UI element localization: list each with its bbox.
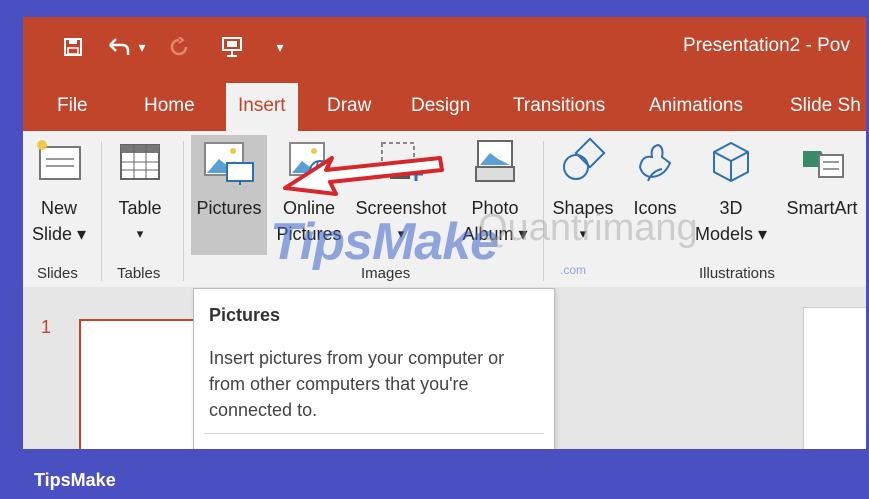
present-from-beginning-icon[interactable]: [219, 35, 245, 59]
3d-models-button[interactable]: 3D Models ▾: [691, 137, 771, 247]
undo-icon[interactable]: [103, 35, 133, 59]
slide-number: 1: [41, 317, 52, 337]
watermark-logo: TipsMake: [270, 213, 499, 271]
group-label-illustrations: Illustrations: [699, 265, 775, 282]
3d-cube-icon: [713, 141, 749, 183]
table-label: Table: [118, 198, 162, 218]
tab-home[interactable]: Home: [144, 95, 195, 117]
group-separator: [101, 141, 102, 281]
pictures-icon: [204, 142, 254, 185]
ribbon-tabs: File Home Insert Draw Design Transitions…: [23, 77, 866, 131]
tooltip-body: Insert pictures from your computer or fr…: [209, 348, 505, 420]
pictures-label: Pictures: [196, 198, 262, 218]
footer-bar: TipsMake: [0, 449, 869, 499]
table-dropdown-icon: ▾: [136, 226, 144, 241]
tab-slide-show[interactable]: Slide Sh: [790, 95, 861, 117]
group-label-slides: Slides: [37, 265, 78, 282]
tab-draw[interactable]: Draw: [327, 95, 371, 117]
group-label-tables: Tables: [117, 265, 161, 282]
icons-icon: [638, 143, 672, 182]
slide-thumbnail-panel: 1: [23, 287, 223, 449]
table-button[interactable]: Table ▾: [109, 137, 171, 247]
tab-insert[interactable]: Insert: [226, 83, 298, 131]
window-title: Presentation2 - Pov: [683, 35, 850, 56]
new-slide-label: New: [40, 198, 77, 218]
title-bar: ▾ ▾ Presentation2 - Pov: [23, 17, 866, 77]
tab-transitions[interactable]: Transitions: [513, 95, 605, 117]
new-slide-button[interactable]: New Slide ▾: [29, 137, 89, 247]
tab-design[interactable]: Design: [411, 95, 470, 117]
new-slide-icon: [37, 140, 81, 180]
tab-file[interactable]: File: [57, 95, 88, 117]
slide-canvas[interactable]: [803, 307, 866, 449]
shapes-icon: [563, 137, 606, 180]
table-icon: [120, 144, 160, 180]
new-slide-dropdown-label: Slide ▾: [31, 224, 87, 244]
undo-dropdown-icon[interactable]: ▾: [135, 35, 149, 59]
watermark-secondary: Quantrimang: [478, 207, 698, 249]
footer-brand: TipsMake: [34, 470, 116, 490]
screenshot-icon: [381, 142, 423, 181]
smartart-button[interactable]: SmartArt: [779, 137, 865, 221]
group-separator: [183, 141, 184, 281]
tab-animations[interactable]: Animations: [649, 95, 743, 117]
online-pictures-icon: [289, 142, 331, 182]
tooltip-title: Pictures: [209, 305, 281, 325]
photo-album-icon: [475, 140, 515, 182]
smartart-icon: [803, 151, 844, 178]
save-icon[interactable]: [61, 35, 85, 59]
pictures-button[interactable]: Pictures: [193, 137, 265, 221]
3d-models-label-2: Models ▾: [694, 224, 768, 244]
3d-models-label: 3D: [719, 198, 743, 218]
pictures-tooltip: Pictures Insert pictures from your compu…: [193, 288, 555, 449]
watermark-domain: .com: [560, 263, 587, 277]
redo-icon[interactable]: [167, 35, 191, 59]
customize-toolbar-icon[interactable]: ▾: [273, 35, 287, 59]
tooltip-divider: [204, 433, 544, 434]
smartart-label: SmartArt: [786, 198, 858, 218]
